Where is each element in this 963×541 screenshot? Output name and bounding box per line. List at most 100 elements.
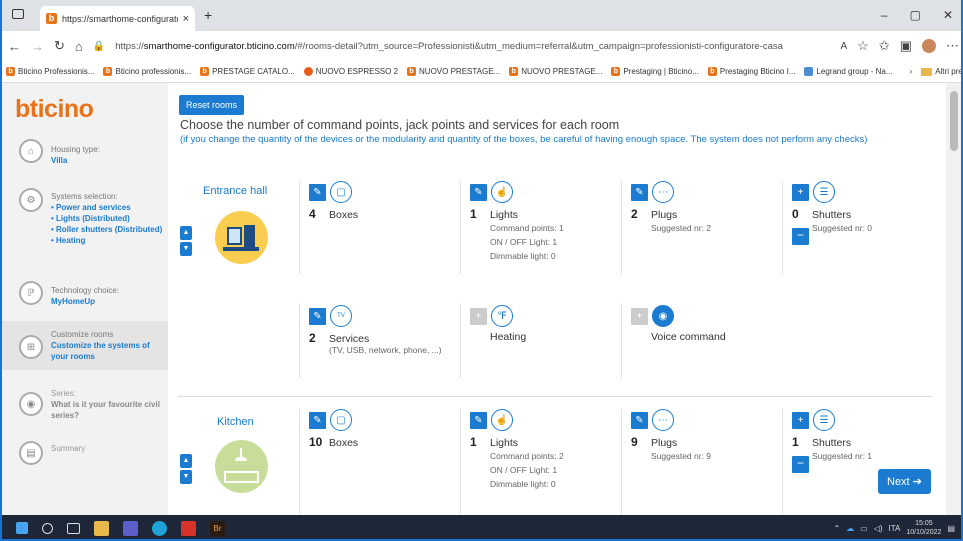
shutters-card: + ☰ 0 Shutters − Suggested nr: 0	[792, 181, 952, 279]
network-icon[interactable]: ▭	[860, 524, 868, 533]
bookmark-item[interactable]: b Bticino professionis...	[103, 67, 191, 76]
favorite-star-icon[interactable]: ☆	[857, 38, 869, 54]
minimize-button[interactable]: –	[881, 8, 888, 22]
services-count: 2	[309, 331, 316, 345]
tab-actions-icon[interactable]	[12, 9, 24, 19]
bookmark-item[interactable]: b PRESTAGE CATALO...	[200, 67, 295, 76]
system-tray: ⌃ ☁ ▭ ◁) ITA 15:05 10/10/2022 ▤	[833, 519, 955, 537]
plus-icon[interactable]: +	[792, 183, 809, 201]
step-housing-type[interactable]: ⌂ Housing type: Villa	[2, 139, 168, 166]
page-scrollbar[interactable]	[946, 83, 961, 515]
task-view-icon[interactable]	[67, 522, 80, 534]
boxes-label: Boxes	[329, 209, 359, 221]
mirror-shape	[227, 227, 242, 245]
browser-tab[interactable]: b https://smarthome-configurator ×	[40, 6, 195, 31]
bticino-favicon-icon: b	[46, 13, 57, 24]
plug-icon: ⋯	[652, 409, 674, 431]
next-button[interactable]: Next ➔	[878, 469, 931, 494]
file-explorer-icon[interactable]	[94, 520, 109, 536]
close-tab-icon[interactable]: ×	[183, 13, 189, 25]
maximize-button[interactable]: ▢	[910, 8, 921, 22]
gears-icon: ⚙	[19, 188, 43, 212]
scroll-thumb[interactable]	[950, 91, 958, 151]
minus-button[interactable]: −	[792, 456, 809, 473]
edit-icon[interactable]: ✎	[309, 411, 326, 429]
collections-icon[interactable]: ▣	[900, 38, 912, 54]
plugs-count: 2	[631, 207, 638, 221]
bookmark-item[interactable]: b NUOVO PRESTAGE...	[509, 67, 602, 76]
edit-icon[interactable]: ✎	[631, 411, 648, 429]
back-icon[interactable]: ←	[8, 39, 21, 54]
volume-icon[interactable]: ◁)	[874, 524, 883, 533]
plus-icon: +	[631, 307, 648, 325]
step-systems-selection[interactable]: ⚙ Systems selection: Power and services …	[2, 188, 168, 246]
other-favorites-folder[interactable]: Altri preferiti	[921, 67, 961, 76]
edit-icon[interactable]: ✎	[631, 183, 648, 201]
page-content: bticino ⌂ Housing type: Villa ⚙ Systems s…	[2, 83, 961, 515]
bookmark-label: Legrand group - Na...	[816, 67, 893, 76]
chevron-right-icon[interactable]: ›	[910, 67, 913, 76]
reset-rooms-button[interactable]: Reset rooms	[179, 95, 245, 115]
language-indicator[interactable]: ITA	[889, 524, 901, 533]
bookmark-item[interactable]: b Bticino Professionis...	[6, 67, 94, 76]
profile-avatar[interactable]	[922, 39, 936, 53]
bridge-icon[interactable]: Br	[210, 520, 225, 536]
tray-chevron-icon[interactable]: ⌃	[833, 524, 840, 533]
suggested-detail: Suggested nr: 1	[812, 451, 873, 461]
edit-icon[interactable]: ✎	[470, 183, 487, 201]
home-icon[interactable]: ⌂	[75, 39, 83, 54]
notifications-icon[interactable]: ▤	[947, 524, 955, 533]
refresh-icon[interactable]: ↻	[54, 38, 65, 54]
bookmark-item[interactable]: b NUOVO PRESTAGE...	[407, 67, 500, 76]
clock[interactable]: 15:05 10/10/2022	[906, 519, 941, 537]
search-icon[interactable]	[42, 522, 53, 534]
step-customize-rooms[interactable]: ⊞ Customize rooms Customize the systems o…	[2, 321, 168, 370]
move-up-icon[interactable]: ▲	[180, 454, 192, 468]
favorites-icon[interactable]: ✩	[879, 38, 890, 54]
windows-start-icon[interactable]	[16, 522, 28, 534]
minus-button[interactable]: −	[792, 228, 809, 245]
edit-icon[interactable]: ✎	[309, 307, 326, 325]
new-tab-button[interactable]: +	[204, 7, 212, 23]
tv-usb-icon: TV	[330, 305, 352, 327]
url-path: /#/rooms-detail?utm_source=Professionist…	[294, 40, 783, 52]
dimmable-light-detail: Dimmable light: 0	[490, 479, 556, 489]
bookmark-item[interactable]: b Prestaging | Bticino...	[611, 67, 699, 76]
bookmark-item[interactable]: Legrand group - Na...	[804, 67, 893, 76]
system-item: Lights (Distributed)	[51, 213, 162, 224]
teams-icon[interactable]	[123, 520, 138, 536]
plus-icon[interactable]: +	[792, 411, 809, 429]
edge-icon[interactable]	[152, 520, 167, 536]
more-icon[interactable]: ⋯	[946, 38, 959, 54]
onedrive-icon[interactable]: ☁	[846, 524, 854, 533]
services-card: ✎ TV 2 Services (TV, USB, network, phone, …	[309, 305, 469, 403]
suggested-detail: Suggested nr: 0	[812, 223, 873, 233]
close-window-button[interactable]: ✕	[943, 8, 953, 22]
acrobat-icon[interactable]	[181, 520, 196, 536]
main-panel: Reset rooms Choose the number of command…	[168, 83, 944, 515]
plug-icon: ⋯	[652, 181, 674, 203]
bookmark-label: Prestaging | Bticino...	[623, 67, 699, 76]
forward-icon[interactable]: →	[31, 39, 44, 54]
move-down-icon[interactable]: ▼	[180, 242, 192, 256]
boxes-card: ✎ ▢ 10 Boxes	[309, 409, 469, 507]
step-technology-choice[interactable]: ℙ Technology choice: MyHomeUp	[2, 281, 168, 307]
services-label: Services	[329, 333, 370, 345]
move-up-icon[interactable]: ▲	[180, 226, 192, 240]
step-title: Housing type:	[51, 145, 100, 154]
heating-card: + ℉ Heating	[470, 305, 630, 403]
edit-icon[interactable]: ✎	[470, 411, 487, 429]
read-aloud-icon[interactable]: A	[840, 41, 847, 52]
url-field[interactable]: https://smarthome-configurator.bticino.c…	[115, 41, 830, 52]
bookmark-label: Bticino Professionis...	[18, 67, 95, 76]
plus-icon: +	[470, 307, 487, 325]
step-series[interactable]: ◉ Series: What is it your favourite civil…	[2, 388, 168, 421]
bticino-favicon-icon: b	[707, 67, 717, 76]
edit-icon[interactable]: ✎	[309, 183, 326, 201]
bookmark-item[interactable]: b Prestaging Bticino I...	[707, 67, 795, 76]
move-down-icon[interactable]: ▼	[180, 470, 192, 484]
bookmark-item[interactable]: NUOVO ESPRESSO 2	[303, 67, 398, 76]
bookmark-label: Bticino professionis...	[115, 67, 192, 76]
legrand-favicon-icon	[804, 67, 814, 76]
step-summary[interactable]: ▤ Summary	[2, 441, 168, 465]
